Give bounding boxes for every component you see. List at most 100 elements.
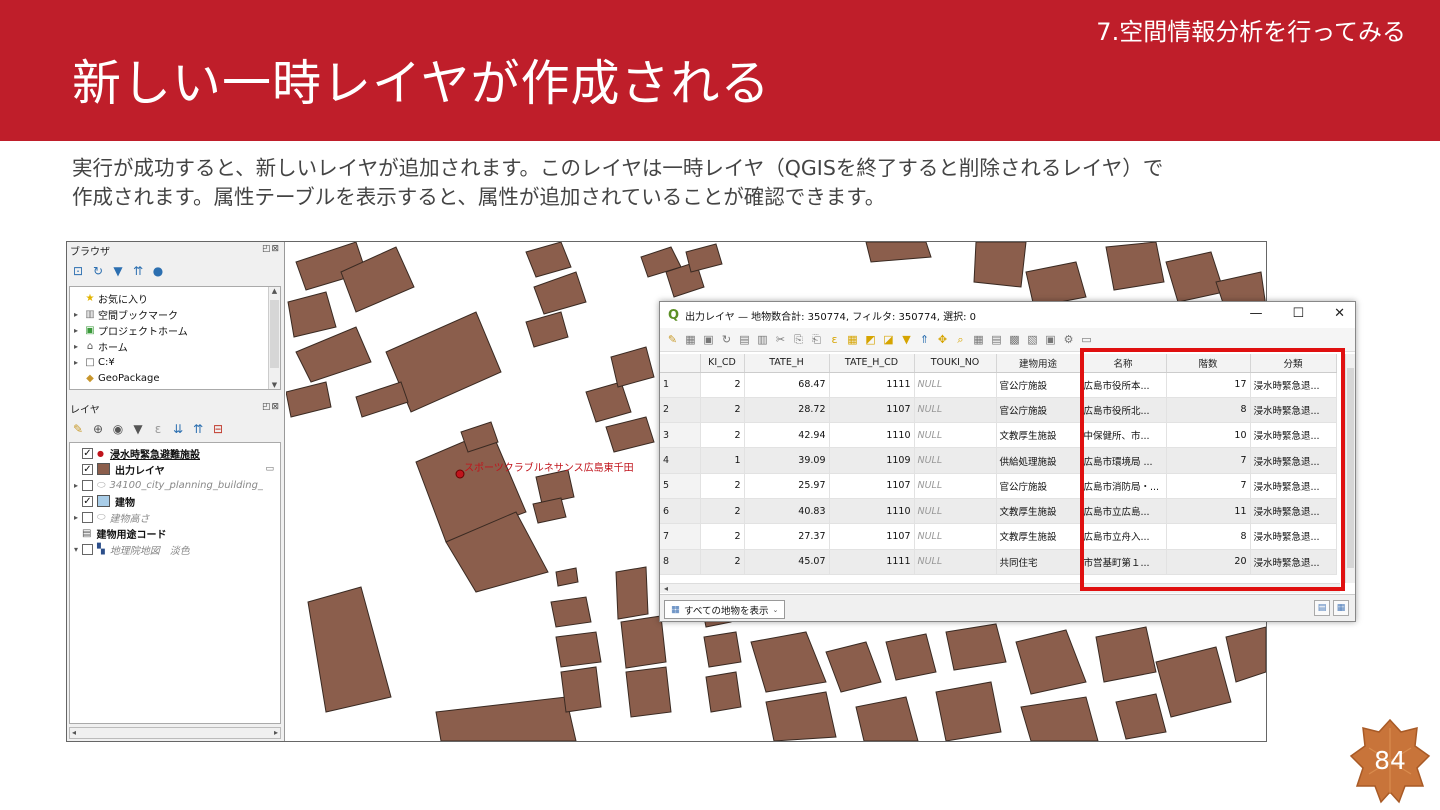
table-menu-icon[interactable]: ▭ [1080, 333, 1093, 346]
table-cell[interactable]: 27.37 [744, 523, 830, 550]
table-cell[interactable]: 1107 [829, 397, 915, 424]
browser-item-geopackage[interactable]: ◆ GeoPackage [70, 370, 159, 386]
minimize-icon[interactable]: — [1249, 306, 1262, 321]
maximize-icon[interactable]: ☐ [1292, 306, 1304, 321]
table-cell[interactable]: 39.09 [744, 447, 830, 474]
zoom-to-selected-icon[interactable]: ⌕ [954, 333, 967, 347]
remove-layer-icon[interactable]: ⊟ [211, 422, 225, 436]
browser-scrollbar[interactable]: ▲ ▼ [268, 287, 280, 389]
column-header[interactable]: TATE_H [744, 354, 830, 373]
browser-panel-controls[interactable]: ◰⊠ [262, 244, 280, 254]
visibility-eye-icon[interactable]: ◉ [111, 422, 125, 436]
layer-checkbox[interactable]: ✓ [82, 447, 93, 459]
table-cell[interactable]: 供給処理施設 [996, 447, 1081, 474]
table-cell[interactable]: 文教厚生施設 [996, 498, 1081, 525]
collapse-layers-icon[interactable]: ⇈ [191, 422, 205, 436]
filter-expression-icon[interactable]: ε [151, 422, 165, 436]
row-number-cell[interactable]: 1 [660, 372, 701, 398]
filter-select-icon[interactable]: ▼ [900, 333, 913, 346]
browser-item-home[interactable]: ▸ ⌂ ホーム [70, 338, 128, 354]
pan-to-selected-icon[interactable]: ✥ [936, 333, 949, 346]
reload-icon[interactable]: ↻ [720, 333, 733, 346]
style-brush-icon[interactable]: ✎ [71, 422, 85, 436]
row-number-cell[interactable]: 4 [660, 447, 701, 474]
attribute-table-titlebar[interactable]: Q 出力レイヤ — 地物数合計: 350774, フィルタ: 350774, 選… [660, 302, 1355, 328]
toggle-edit-icon[interactable]: ✎ [666, 333, 679, 346]
temporary-layer-icon[interactable]: ▭ [265, 464, 274, 474]
column-header[interactable]: TOUKI_NO [914, 354, 997, 373]
add-group-icon[interactable]: ⊕ [91, 422, 105, 436]
deselect-all-icon[interactable]: ◪ [882, 333, 895, 346]
table-cell[interactable]: 2 [700, 422, 745, 449]
collapse-all-icon[interactable]: ⇈ [131, 264, 145, 278]
table-cell[interactable]: 1110 [829, 422, 915, 449]
layer-item-building-use-code[interactable]: ▤ 建物用途コード [70, 525, 166, 541]
table-cell[interactable]: 官公庁施設 [996, 473, 1081, 499]
table-cell[interactable]: 25.97 [744, 473, 830, 499]
browser-item-favorites[interactable]: ★ お気に入り [70, 290, 148, 306]
new-field-icon[interactable]: ▦ [972, 333, 985, 346]
layer-checkbox[interactable] [82, 543, 93, 555]
table-cell[interactable]: 40.83 [744, 498, 830, 525]
delete-feature-icon[interactable]: ▥ [756, 333, 769, 346]
table-cell[interactable]: 官公庁施設 [996, 397, 1081, 424]
add-feature-icon[interactable]: ▤ [738, 333, 751, 346]
copy-icon[interactable]: ⎘ [792, 333, 805, 347]
table-cell[interactable]: 官公庁施設 [996, 372, 1081, 398]
paste-icon[interactable]: ⎗ [810, 333, 823, 347]
layer-item-evacuation-facility[interactable]: ✓ ● 浸水時緊急避難施設 [70, 445, 200, 461]
table-cell[interactable]: 2 [700, 549, 745, 575]
column-header[interactable]: 建物用途 [996, 354, 1081, 373]
table-cell[interactable]: 42.94 [744, 422, 830, 449]
select-all-icon[interactable]: ▦ [846, 333, 859, 346]
expand-all-icon[interactable]: ⇊ [171, 422, 185, 436]
table-cell[interactable]: 1107 [829, 473, 915, 499]
cut-icon[interactable]: ✂ [774, 333, 787, 346]
layers-panel-controls[interactable]: ◰⊠ [262, 402, 280, 412]
table-cell[interactable]: 共同住宅 [996, 549, 1081, 575]
table-cell[interactable]: 2 [700, 473, 745, 499]
delete-field-icon[interactable]: ▤ [990, 333, 1003, 346]
dock-table-icon[interactable]: ▣ [1044, 333, 1057, 346]
layer-checkbox[interactable]: ✓ [82, 463, 93, 475]
table-cell[interactable]: 1110 [829, 498, 915, 525]
row-number-cell[interactable]: 2 [660, 397, 701, 424]
column-header[interactable] [660, 354, 701, 373]
refresh-icon[interactable]: ↻ [91, 264, 105, 278]
add-selected-icon[interactable]: ⊡ [71, 264, 85, 278]
table-cell[interactable]: 1 [700, 447, 745, 474]
column-header[interactable]: TATE_H_CD [829, 354, 915, 373]
browser-item-spatial-bookmarks[interactable]: ▸ ▥ 空間ブックマーク [70, 306, 178, 322]
table-cell[interactable]: 1109 [829, 447, 915, 474]
table-cell[interactable]: 2 [700, 523, 745, 550]
row-number-cell[interactable]: 6 [660, 498, 701, 525]
row-number-cell[interactable]: 7 [660, 523, 701, 550]
table-cell[interactable]: NULL [914, 372, 997, 398]
info-icon[interactable]: ● [151, 264, 165, 278]
table-cell[interactable]: 文教厚生施設 [996, 422, 1081, 449]
layer-item-buildings[interactable]: ✓ 建物 [70, 493, 135, 509]
table-cell[interactable]: 1111 [829, 549, 915, 575]
column-header[interactable]: KI_CD [700, 354, 745, 373]
conditional-format-icon[interactable]: ▧ [1026, 333, 1039, 346]
move-selection-top-icon[interactable]: ⇑ [918, 333, 931, 346]
filter-legend-icon[interactable]: ▼ [131, 422, 145, 436]
table-cell[interactable]: NULL [914, 523, 997, 550]
table-cell[interactable]: NULL [914, 549, 997, 575]
table-cell[interactable]: NULL [914, 473, 997, 499]
table-cell[interactable]: 1107 [829, 523, 915, 550]
table-cell[interactable]: NULL [914, 422, 997, 449]
invert-selection-icon[interactable]: ◩ [864, 333, 877, 346]
save-edits-icon[interactable]: ▣ [702, 333, 715, 346]
table-cell[interactable]: NULL [914, 447, 997, 474]
layer-checkbox[interactable]: ✓ [82, 495, 93, 507]
table-cell[interactable]: 2 [700, 498, 745, 525]
row-number-cell[interactable]: 5 [660, 473, 701, 499]
layer-item-gsi-pale-map[interactable]: ▾ ▚ 地理院地図 淡色 [70, 541, 190, 557]
field-calculator-icon[interactable]: ▩ [1008, 333, 1021, 346]
table-cell[interactable]: 文教厚生施設 [996, 523, 1081, 550]
table-view-icon[interactable]: ▦ [1333, 600, 1349, 616]
show-all-features-button[interactable]: ▦ すべての地物を表示 ⌄ [664, 600, 786, 619]
layer-item-building-height[interactable]: ▸ ⬭ 建物高さ [70, 509, 150, 525]
browser-item-drive-c[interactable]: ▸ □ C:¥ [70, 354, 115, 370]
